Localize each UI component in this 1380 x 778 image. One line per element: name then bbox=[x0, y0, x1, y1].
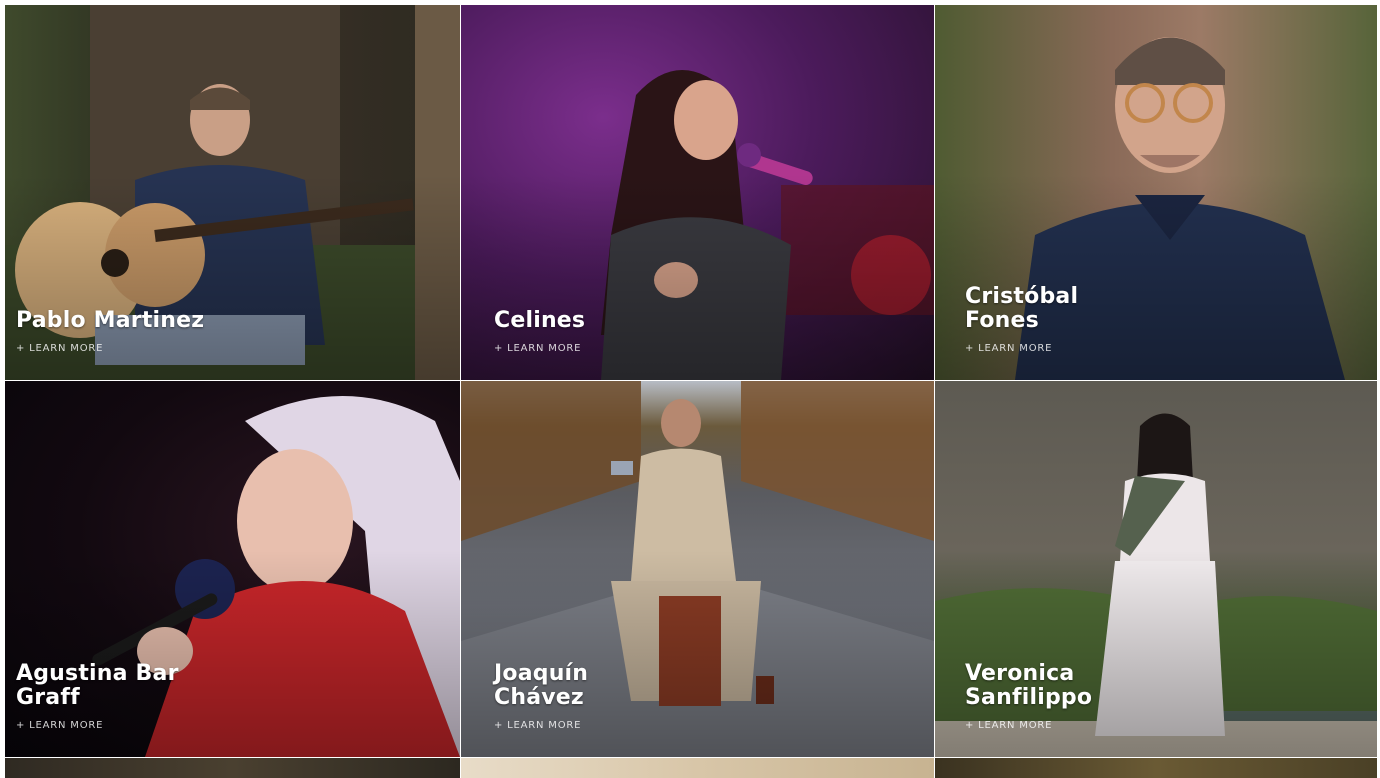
learn-more-link[interactable]: + LEARN MORE bbox=[16, 720, 206, 731]
artist-caption: Agustina Bar Graff + LEARN MORE bbox=[16, 661, 206, 732]
artist-card-cristobal-fones[interactable]: Cristóbal Fones + LEARN MORE bbox=[935, 5, 1377, 380]
artist-name: Celines bbox=[494, 308, 586, 333]
artist-name: Joaquín Chávez bbox=[494, 661, 589, 710]
artist-photo bbox=[461, 758, 934, 778]
learn-more-link[interactable]: + LEARN MORE bbox=[965, 720, 1155, 731]
artist-name: Agustina Bar Graff bbox=[16, 661, 179, 710]
artist-caption: Celines + LEARN MORE bbox=[494, 308, 586, 355]
learn-more-link[interactable]: + LEARN MORE bbox=[965, 343, 1155, 354]
artist-card-joaquin-chavez[interactable]: Joaquín Chávez + LEARN MORE bbox=[461, 381, 934, 757]
learn-more-link[interactable]: + LEARN MORE bbox=[494, 720, 684, 731]
artist-caption: Veronica Sanfilippo + LEARN MORE bbox=[965, 661, 1155, 732]
artist-card-pablo-martinez[interactable]: Pablo Martinez + LEARN MORE bbox=[5, 5, 460, 380]
artist-name: Pablo Martinez bbox=[16, 308, 205, 333]
artist-caption: Cristóbal Fones + LEARN MORE bbox=[965, 284, 1155, 355]
artist-name: Cristóbal Fones bbox=[965, 284, 1079, 333]
learn-more-link[interactable]: + LEARN MORE bbox=[494, 343, 585, 354]
artist-grid: Pablo Martinez + LEARN MORE Celines + LE… bbox=[5, 5, 1377, 778]
artist-caption: Pablo Martinez + LEARN MORE bbox=[16, 308, 205, 355]
artist-card-veronica-sanfilippo[interactable]: Veronica Sanfilippo + LEARN MORE bbox=[935, 381, 1377, 757]
artist-card-partial[interactable] bbox=[935, 758, 1377, 778]
artist-card-celines[interactable]: Celines + LEARN MORE bbox=[461, 5, 934, 380]
artist-card-partial[interactable] bbox=[461, 758, 934, 778]
artist-card-agustina-bar-graff[interactable]: Agustina Bar Graff + LEARN MORE bbox=[5, 381, 460, 757]
artist-caption: Joaquín Chávez + LEARN MORE bbox=[494, 661, 684, 732]
artist-name: Veronica Sanfilippo bbox=[965, 661, 1093, 710]
artist-photo bbox=[935, 758, 1377, 778]
learn-more-link[interactable]: + LEARN MORE bbox=[16, 343, 204, 354]
artist-photo bbox=[5, 758, 460, 778]
artist-card-partial[interactable] bbox=[5, 758, 460, 778]
